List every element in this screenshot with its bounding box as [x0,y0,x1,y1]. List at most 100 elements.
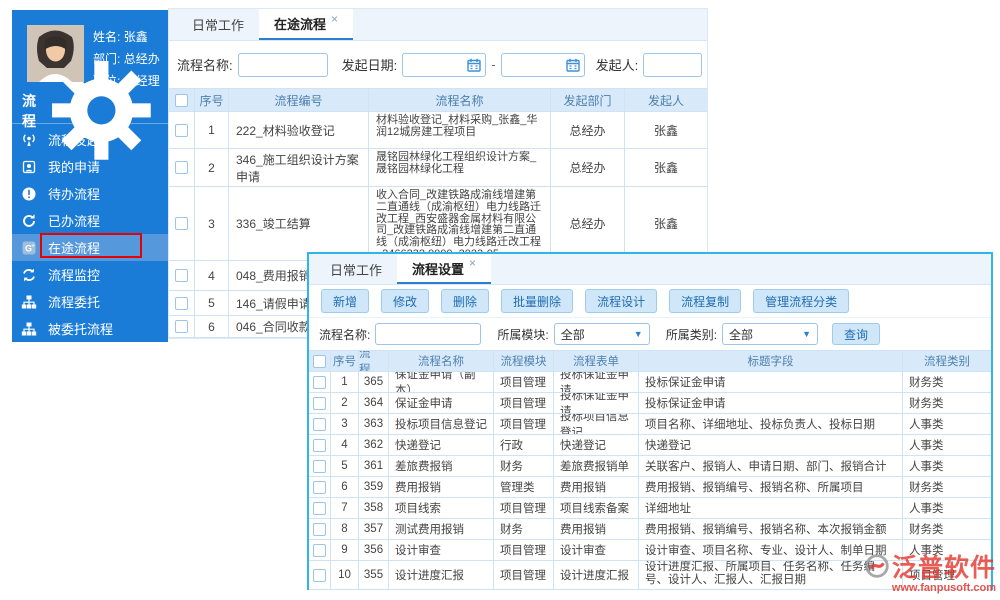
cell-name: 保证金申请（副本） [389,372,494,392]
cell-fields: 费用报销、报销编号、报销名称、所属项目 [639,477,903,497]
sidebar-item-label: 已办流程 [48,214,101,229]
sidebar-item-pending-processes[interactable]: 待办流程 [12,180,168,207]
cell-no: 6 [195,316,229,337]
process-name-input[interactable] [375,323,482,345]
cell-code: 359 [359,477,389,497]
table-row[interactable]: 2 346_施工组织设计方案申请 晟铭园林绿化工程组织设计方案_晟铭园林绿化工程… [169,149,707,187]
row-checkbox[interactable] [313,543,326,557]
table-row[interactable]: 8 357 测试费用报销 财务 费用报销 费用报销、报销编号、报销名称、本次报销… [309,519,991,540]
table-row[interactable]: 4 362 快递登记 行政 快递登记 快递登记 人事类 [309,435,991,456]
row-checkbox[interactable] [313,501,326,515]
calendar-icon[interactable] [565,58,580,72]
initiator-input[interactable] [643,52,702,77]
sidebar-item-in-transit-processes[interactable]: G + 在途流程 [12,234,168,261]
search-button[interactable]: 查询 [832,323,881,345]
process-name-label: 流程名称: [319,327,371,342]
cell-initiator: 张鑫 [653,217,678,231]
cell-no: 1 [331,372,359,392]
delete-button[interactable]: 删除 [441,289,490,313]
cell-name: 投标项目信息登记 [389,414,494,434]
row-checkbox[interactable] [313,459,326,473]
row-checkbox[interactable] [313,417,326,431]
cell-no: 3 [331,414,359,434]
row-checkbox[interactable] [313,568,326,582]
sync-icon [23,268,35,281]
sidebar-item-label: 被委托流程 [48,322,114,337]
row-checkbox[interactable] [175,296,188,310]
tab-daily-work[interactable]: 日常工作 [177,9,259,40]
table-row[interactable]: 2 364 保证金申请 项目管理 投标保证金申请 投标保证金申请 财务类 [309,393,991,414]
table-row[interactable]: 3 363 投标项目信息登记 项目管理 投标项目信息登记 项目名称、详细地址、投… [309,414,991,435]
cell-fields: 项目名称、详细地址、投标负责人、投标日期 [639,414,903,434]
sidebar-item-process-monitor[interactable]: 流程监控 [12,261,168,288]
row-checkbox[interactable] [313,438,326,452]
sitemap-icon [21,322,37,335]
sidebar-item-label: 流程发起 [48,133,101,148]
cell-name: 晟铭园林绿化工程组织设计方案_晟铭园林绿化工程 [369,149,551,186]
add-button[interactable]: 新增 [321,289,370,313]
row-checkbox[interactable] [175,269,188,282]
cell-module: 财务 [494,456,554,476]
cell-form: 费用报销 [554,519,639,539]
row-checkbox[interactable] [313,480,326,494]
cell-code: 356 [359,540,389,560]
sidebar-item-process-delegate[interactable]: 流程委托 [12,288,168,315]
user-profile: 姓名: 张鑫 部门: 总经办 职位: 总经理 [12,10,168,98]
cell-no: 5 [331,456,359,476]
select-all-checkbox[interactable] [175,93,188,107]
sidebar-item-completed-processes[interactable]: 已办流程 [12,207,168,234]
cell-module: 项目管理 [494,372,554,392]
close-icon[interactable]: × [469,256,476,270]
batch-delete-button[interactable]: 批量删除 [501,289,574,313]
row-checkbox[interactable] [175,161,188,174]
tab-process-settings[interactable]: 流程设置 × [397,254,492,284]
cell-category: 财务类 [909,524,944,536]
table-row[interactable]: 1 222_材料验收登记 材料验收登记_材料采购_张鑫_华润12城房建工程项目 … [169,112,707,149]
row-checkbox[interactable] [175,217,188,230]
table-row[interactable]: 7 358 项目线索 项目管理 项目线索备案 详细地址 人事类 [309,498,991,519]
cell-category: 人事类 [909,503,944,515]
process-copy-button[interactable]: 流程复制 [669,289,742,313]
table-row[interactable]: 10 355 设计进度汇报 项目管理 设计进度汇报 设计进度汇报、所属项目、任务… [309,561,991,590]
cell-category: 人事类 [909,440,944,452]
cell-name: 保证金申请 [389,393,494,413]
process-design-button[interactable]: 流程设计 [585,289,658,313]
cell-form: 投标保证金申请 [554,372,639,392]
calendar-icon[interactable] [467,58,481,72]
table-row[interactable]: 9 356 设计审查 项目管理 设计审查 设计审查、项目名称、专业、设计人、制单… [309,540,991,561]
row-checkbox[interactable] [175,320,188,333]
profile-title: 职位: 总经理 [93,74,160,88]
module-select[interactable]: 全部 ▼ [553,323,650,345]
manage-process-category-button[interactable]: 管理流程分类 [753,289,850,313]
tab-daily-work[interactable]: 日常工作 [315,254,397,284]
cell-no: 9 [331,540,359,560]
cell-no: 7 [331,498,359,518]
cell-name: 设计审查 [389,540,494,560]
table-row[interactable]: 1 365 保证金申请（副本） 项目管理 投标保证金申请 投标保证金申请 财务类 [309,372,991,393]
select-all-checkbox[interactable] [313,354,326,368]
cell-name: 设计进度汇报 [389,561,494,589]
cell-no: 1 [195,112,229,148]
cell-name: 费用报销 [389,477,494,497]
sidebar-item-label: 流程监控 [48,268,101,283]
sidebar-item-delegated-processes[interactable]: 被委托流程 [12,315,168,342]
row-checkbox[interactable] [313,375,326,389]
tab-in-transit[interactable]: 在途流程 × [259,9,354,40]
avatar [27,25,84,82]
sidebar-item-label: 我的申请 [48,160,101,175]
table-row[interactable]: 5 361 差旅费报销 财务 差旅费报销单 关联客户、报销人、申请日期、部门、报… [309,456,991,477]
close-icon[interactable]: × [331,12,338,26]
table-row[interactable]: 3 336_竣工结算 收入合同_改建铁路成渝线增建第二直通线（成渝枢纽）电力线路… [169,187,707,261]
refresh-icon [23,213,35,227]
row-checkbox[interactable] [313,522,326,536]
row-checkbox[interactable] [175,123,188,137]
process-name-input[interactable] [237,52,328,77]
row-checkbox[interactable] [313,396,326,410]
sidebar: 姓名: 张鑫 部门: 总经办 职位: 总经理 流程 流程发起 我的申请 待办流程… [12,10,168,342]
window2-toolbar: 新增 修改 删除 批量删除 流程设计 流程复制 管理流程分类 [309,285,991,318]
category-select[interactable]: 全部 ▼ [722,323,819,345]
cell-module: 项目管理 [494,498,554,518]
cell-form: 设计审查 [554,540,639,560]
table-row[interactable]: 6 359 费用报销 管理类 费用报销 费用报销、报销编号、报销名称、所属项目 … [309,477,991,498]
edit-button[interactable]: 修改 [381,289,430,313]
